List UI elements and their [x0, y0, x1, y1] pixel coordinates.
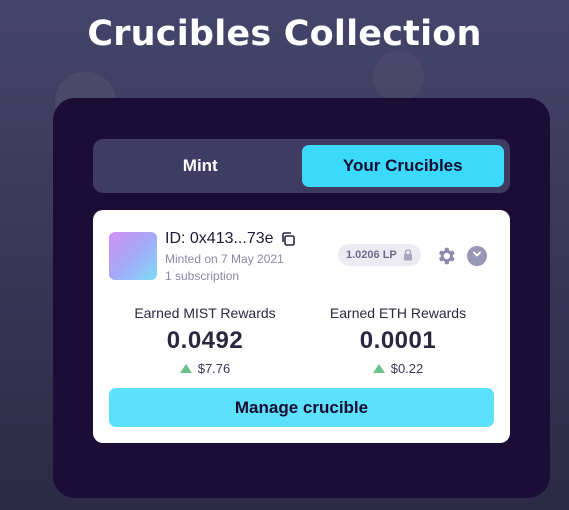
- mist-rewards-value: 0.0492: [166, 327, 244, 354]
- eth-rewards-usd-value: $0.22: [390, 361, 424, 376]
- up-arrow-icon: [179, 364, 192, 373]
- lock-icon: [403, 249, 413, 261]
- crucibles-panel: Mint Your Crucibles ID: 0x413...73e Mint…: [53, 98, 550, 498]
- tab-your-crucibles[interactable]: Your Crucibles: [301, 145, 504, 187]
- tab-switcher: Mint Your Crucibles: [93, 139, 510, 193]
- mist-rewards: Earned MIST Rewards 0.0492 $7.76: [115, 305, 295, 376]
- crucible-id: ID: 0x413...73e: [165, 230, 274, 247]
- crucible-avatar: [109, 232, 157, 280]
- mist-rewards-usd-value: $7.76: [197, 361, 231, 376]
- page-title: Crucibles Collection: [87, 14, 482, 54]
- eth-rewards-label: Earned ETH Rewards: [329, 305, 467, 321]
- chevron-down-icon: [471, 247, 483, 265]
- eth-rewards-value: 0.0001: [359, 327, 437, 354]
- mist-rewards-label: Earned MIST Rewards: [134, 305, 276, 321]
- expand-button[interactable]: [467, 246, 487, 266]
- crucible-card: ID: 0x413...73e Minted on 7 May 2021 1 s…: [93, 210, 510, 443]
- lp-badge-value: 1.0206 LP: [346, 249, 397, 261]
- gear-icon[interactable]: [435, 245, 457, 267]
- mist-rewards-usd: $7.76: [115, 361, 295, 376]
- eth-rewards: Earned ETH Rewards 0.0001 $0.22: [308, 305, 488, 376]
- up-arrow-icon: [372, 364, 385, 373]
- copy-icon[interactable]: [280, 231, 296, 247]
- crucible-id-row: ID: 0x413...73e: [165, 230, 296, 248]
- minted-date: Minted on 7 May 2021: [165, 252, 284, 266]
- eth-rewards-usd: $0.22: [308, 361, 488, 376]
- manage-crucible-button[interactable]: Manage crucible: [109, 388, 494, 427]
- subscription-count: 1 subscription: [165, 269, 240, 283]
- tab-mint[interactable]: Mint: [99, 145, 302, 187]
- lp-badge: 1.0206 LP: [338, 244, 421, 266]
